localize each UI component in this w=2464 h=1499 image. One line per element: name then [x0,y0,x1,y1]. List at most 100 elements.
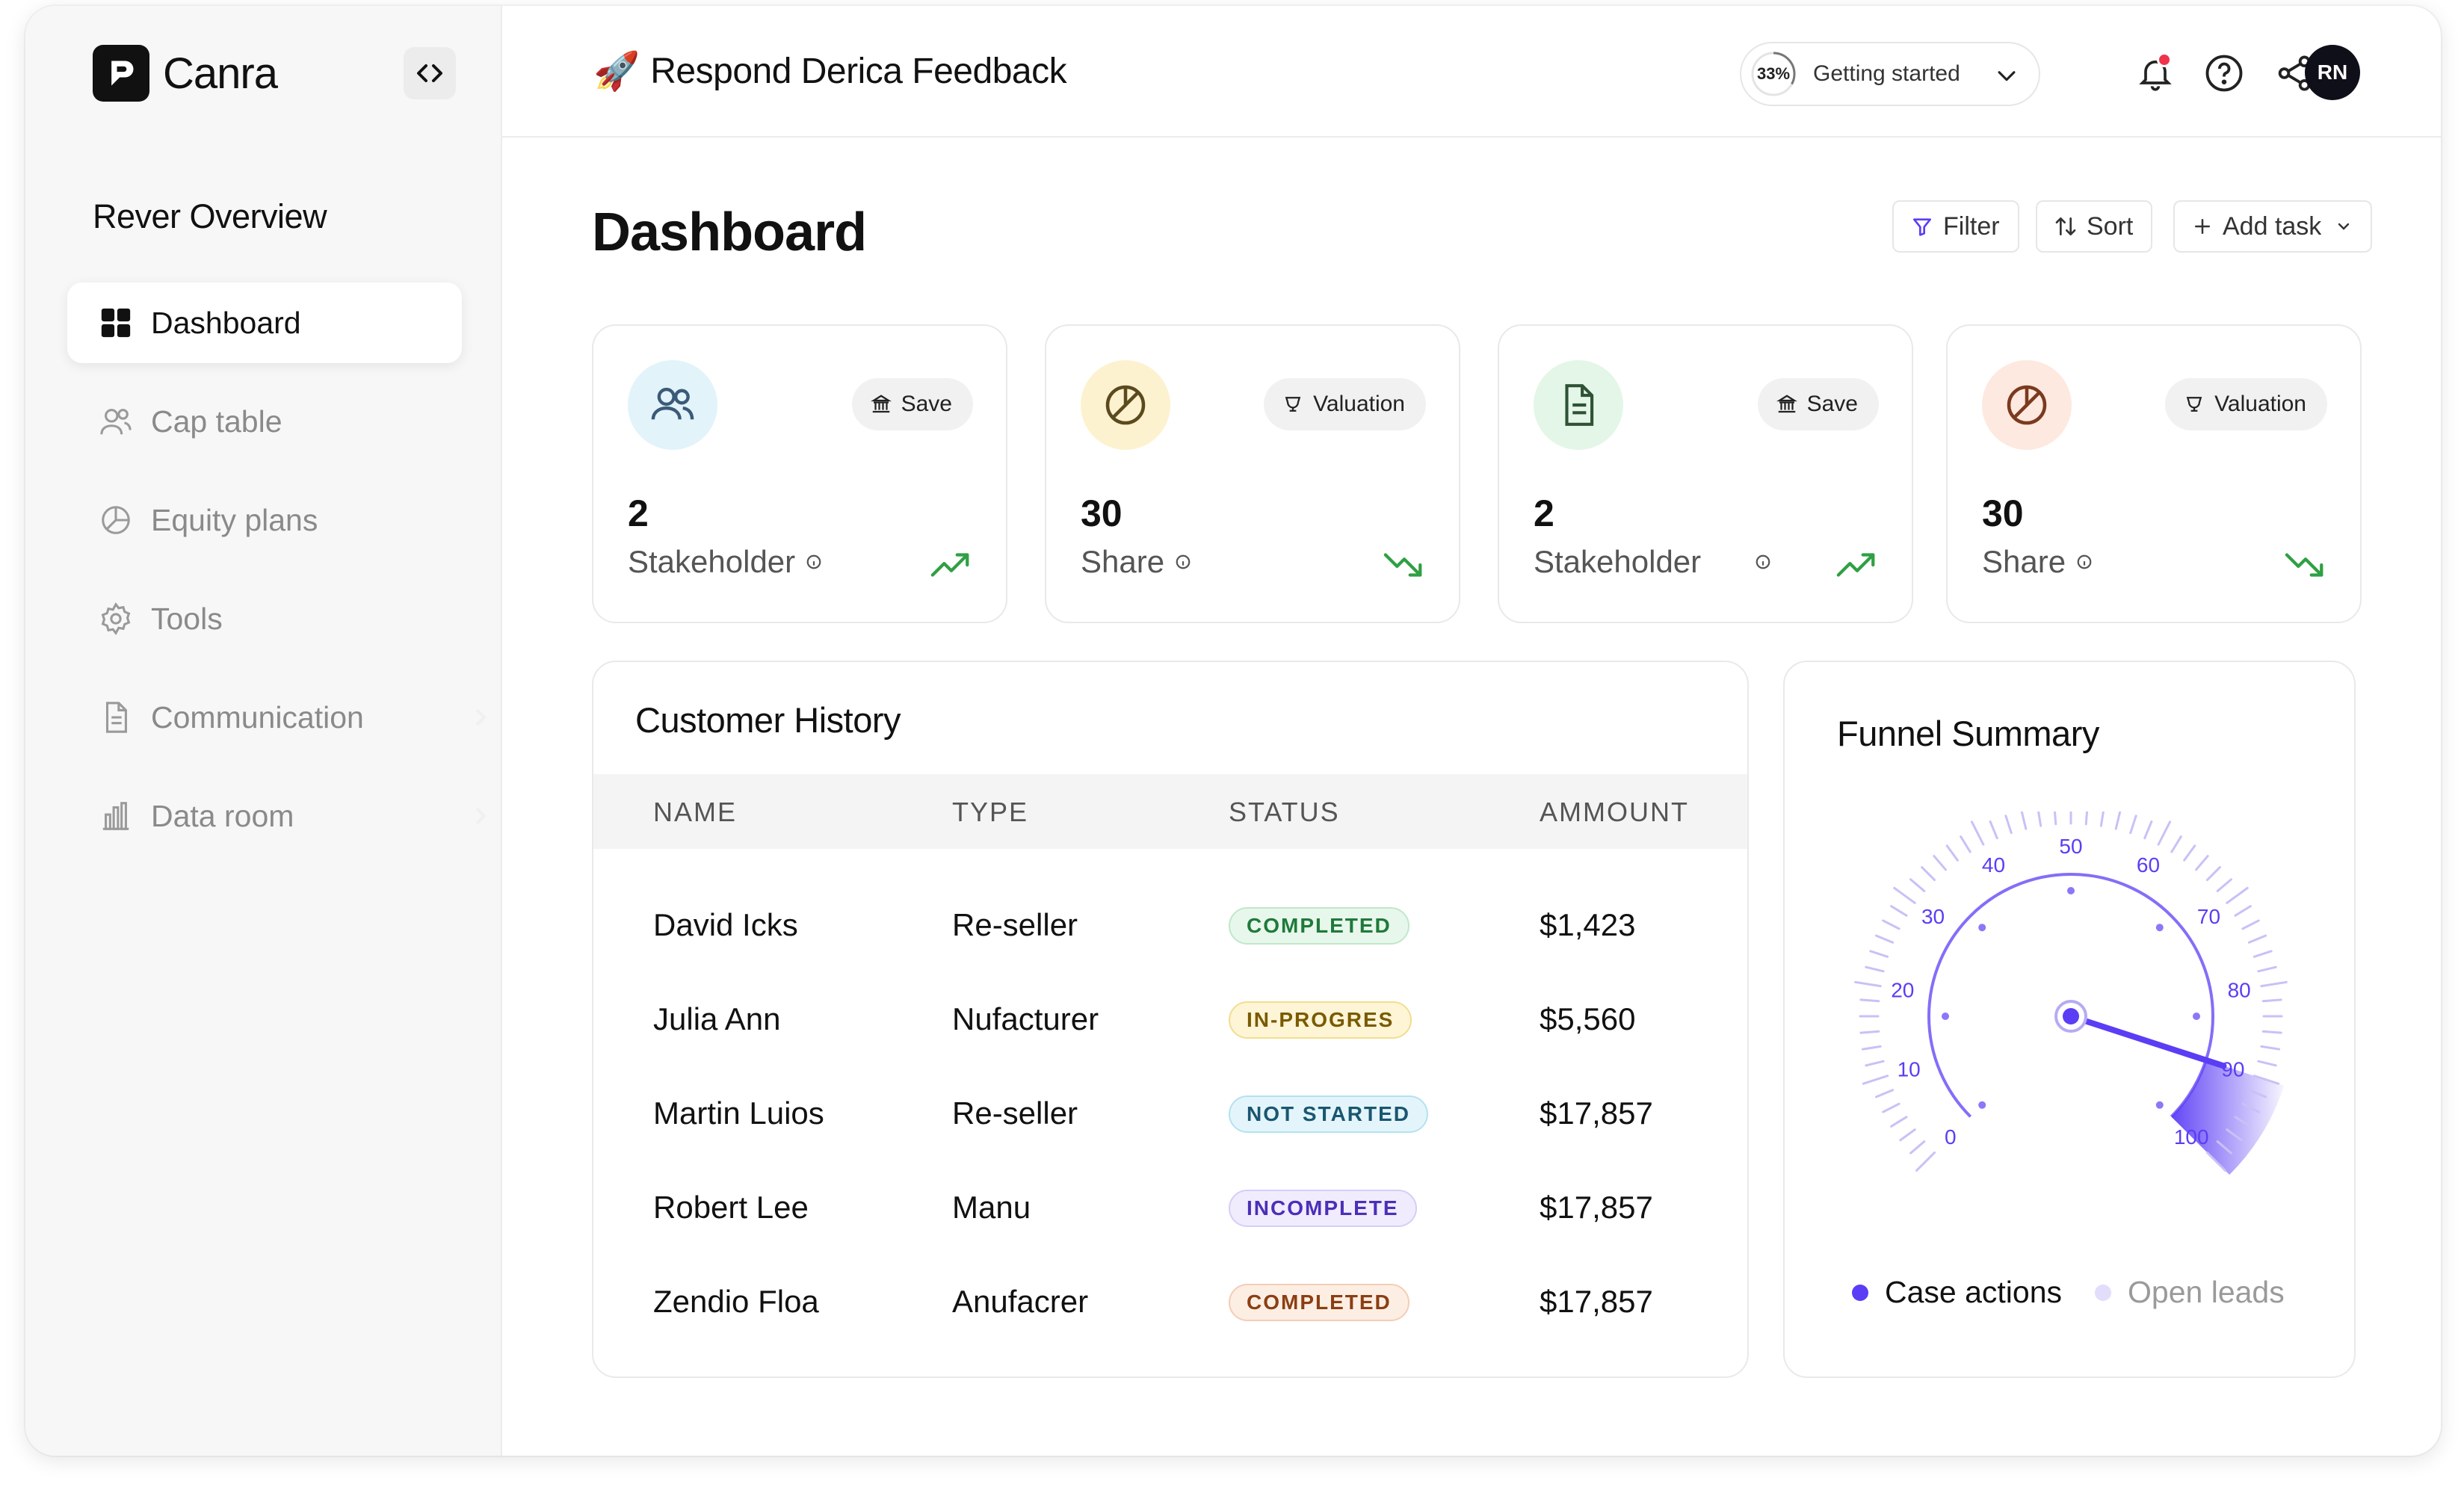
chevron-down-icon [1998,71,2016,81]
legend-dot [1852,1284,1868,1301]
valuation-tag[interactable]: Valuation [2165,378,2327,430]
gauge-minor-tick [2157,820,2172,846]
stat-card[interactable]: Save 2 Stakeholder [1498,324,1913,623]
brand-name: Canra [163,49,278,98]
pie-chart-icon [1982,360,2072,450]
sidebar-item-equity-plans[interactable]: Equity plans [67,480,462,560]
gauge-minor-tick [1893,886,1916,904]
tag-label: Valuation [2214,392,2306,416]
table-header: NAME TYPE STATUS AMMOUNT [593,774,1747,849]
gauge-needle [2068,1013,2227,1069]
stat-value: 2 [1534,492,1554,534]
gauge-minor-tick [2257,965,2277,973]
sidebar-item-cap-table[interactable]: Cap table [67,381,462,462]
sort-label: Sort [2087,211,2134,241]
save-tag[interactable]: Save [851,378,973,430]
gauge-minor-tick [1859,998,1880,1003]
plus-icon [2191,215,2214,238]
page-title-text: Respond Derica Feedback [650,52,1067,91]
document-icon [1534,360,1623,450]
filter-button[interactable]: Filter [1892,200,2019,253]
gauge-minor-tick [1933,855,1947,871]
app-window: Canra Rever Overview Dashboard Cap table [25,6,2441,1456]
stat-value: 2 [628,492,649,534]
sidebar-item-dashboard[interactable]: Dashboard [67,282,462,363]
gauge-marker-dot [1978,924,1986,932]
gauge-tick-label: 50 [2059,835,2082,858]
gauge-minor-tick [1970,820,1985,846]
gauge-marker-dot [2067,887,2075,894]
collapse-sidebar-button[interactable] [404,47,456,99]
gauge-minor-tick [1862,1075,1889,1085]
grid-icon [97,304,135,341]
gauge-minor-tick [2084,812,2089,826]
trophy-icon [2183,393,2205,415]
legend-label: Case actions [1885,1275,2063,1309]
help-button[interactable] [2202,51,2247,96]
gauge-minor-tick [1945,844,1959,862]
legend-dot [2095,1284,2112,1301]
gauge-marker-dot [1978,1101,1986,1109]
avatar[interactable]: RN [2305,45,2360,100]
info-icon[interactable] [806,554,822,570]
gauge-minor-tick [1869,950,1889,958]
stat-card[interactable]: Valuation 30 Share [1946,324,2362,623]
sidebar-item-communication[interactable]: Communication [67,677,487,758]
table-row[interactable]: Robert Lee Manu INCOMPLETE $17,857 [593,1161,1747,1254]
progress-label: Getting started [1813,61,1960,86]
table-row[interactable]: David Icks Re-seller COMPLETED $1,423 [593,879,1747,971]
bar-chart-icon [97,797,135,835]
table-row[interactable]: Zendio Floa Anufacrer COMPLETED $17,857 [593,1255,1747,1348]
notifications-button[interactable] [2133,51,2178,96]
gauge-minor-tick [2216,878,2232,892]
gauge-minor-tick [2114,812,2122,830]
chevron-right-icon [475,708,487,726]
cell-type: Re-seller [952,1095,1078,1131]
stat-card[interactable]: Valuation 30 Share [1045,324,1460,623]
gauge-minor-tick [2004,815,2013,835]
save-tag[interactable]: Save [1757,378,1879,430]
column-header-type[interactable]: TYPE [952,797,1028,828]
gauge-tick-label: 10 [1898,1057,1921,1081]
add-task-button[interactable]: Add task [2173,200,2373,253]
brand[interactable]: Canra [93,45,278,102]
getting-started-dropdown[interactable]: 33% Getting started [1740,42,2040,106]
stat-label: Stakeholder [628,544,822,580]
cell-amount: $17,857 [1540,1190,1653,1225]
filter-icon [1910,214,1934,238]
gauge-tick-label: 70 [2197,905,2220,928]
info-icon[interactable] [2076,554,2093,570]
gauge-tick-label: 100 [2174,1125,2209,1149]
gauge-tick-label: 30 [1921,905,1945,928]
stat-label-text: Share [1982,544,2066,579]
stat-card[interactable]: Save 2 Stakeholder [592,324,1007,623]
stat-value: 30 [1982,492,2024,534]
status-badge: COMPLETED [1229,1284,1409,1321]
progress-percent: 33% [1756,64,1791,83]
column-header-status[interactable]: STATUS [1229,797,1340,828]
document-icon [97,699,135,736]
sort-button[interactable]: Sort [2036,200,2153,253]
valuation-tag[interactable]: Valuation [1264,378,1426,430]
sort-icon [2054,214,2078,238]
sidebar-nav: Dashboard Cap table Equity plans Tools C… [67,282,487,874]
chevron-right-icon [475,807,487,825]
info-icon[interactable] [1755,554,1771,570]
status-badge: NOT STARTED [1229,1095,1429,1133]
table-row[interactable]: Martin Luios Re-seller NOT STARTED $17,8… [593,1067,1747,1160]
info-icon[interactable] [1175,554,1191,570]
tag-label: Save [1806,392,1858,416]
stat-label-text: Stakeholder [1534,544,1702,579]
gauge-inner-arc [1927,873,2214,1118]
column-header-name[interactable]: NAME [653,797,737,828]
gauge-tick-label: 80 [2228,978,2251,1001]
users-icon [628,360,717,450]
gauge-minor-tick [1890,905,1908,917]
sidebar-item-tools[interactable]: Tools [67,578,462,659]
sidebar-item-data-room[interactable]: Data room [67,776,487,856]
column-header-amount[interactable]: AMMOUNT [1540,797,1689,828]
gauge-minor-tick [1989,820,1998,840]
bank-icon [870,393,892,415]
code-icon [417,64,442,82]
table-row[interactable]: Julia Ann Nufacturer IN-PROGRES $5,560 [593,973,1747,1066]
